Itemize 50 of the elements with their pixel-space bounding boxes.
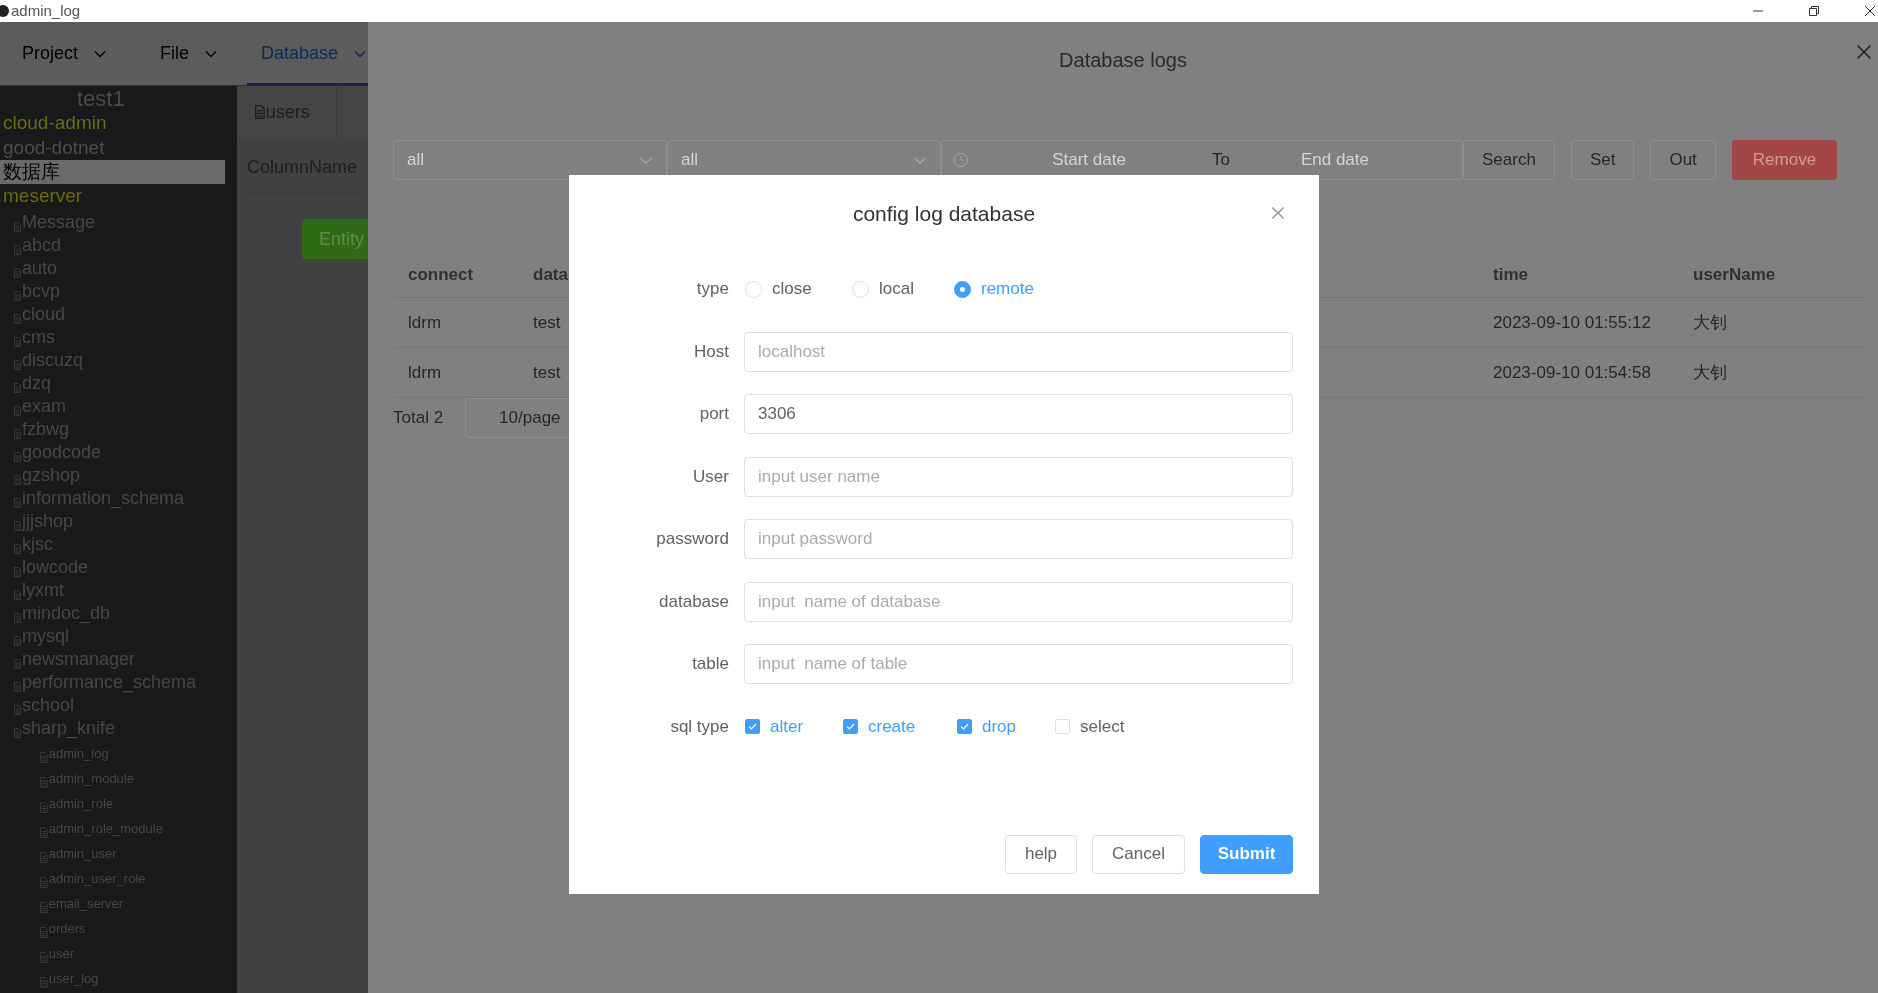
column-header: userName xyxy=(1693,264,1776,284)
drawer-title: Database logs xyxy=(1059,48,1187,73)
table-cell: test xyxy=(533,362,561,382)
column-header: data xyxy=(533,264,568,284)
total-count: Total 2 xyxy=(393,407,444,430)
range-separator: To xyxy=(1212,149,1230,172)
dialog-button[interactable]: Cancel xyxy=(1092,834,1185,874)
field-label: Host xyxy=(693,340,729,363)
table-cell: test xyxy=(533,312,561,332)
text-field[interactable]: localhost xyxy=(744,331,1293,372)
table-cell: 大钊 xyxy=(1693,362,1727,382)
table-cell: 大钊 xyxy=(1693,312,1727,332)
column-header: time xyxy=(1493,264,1528,284)
dialog-button[interactable]: help xyxy=(1005,834,1077,874)
text-field[interactable]: input user name xyxy=(744,456,1293,497)
menu-tab[interactable]: Project xyxy=(0,21,137,86)
table-cell: ldrm xyxy=(408,312,442,332)
text-field[interactable]: input name of table xyxy=(744,644,1293,684)
field-label: database xyxy=(658,590,729,613)
field-label: table xyxy=(691,653,729,676)
option-label: remote xyxy=(981,278,1034,301)
window-title: admin_log xyxy=(11,0,81,21)
entity-button[interactable]: Entity xyxy=(302,219,368,259)
table-cell: 2023-09-10 01:54:58 xyxy=(1493,362,1651,382)
option-label: close xyxy=(772,278,812,301)
table-cell: ldrm xyxy=(408,362,442,382)
option-label: alter xyxy=(770,715,804,738)
option-label: drop xyxy=(982,715,1017,738)
toolbar-button[interactable]: Set xyxy=(1570,140,1635,180)
tree-item[interactable]: meserver xyxy=(0,186,83,207)
field-label: port xyxy=(698,403,729,426)
tree-item[interactable]: cloud-admin xyxy=(0,113,107,134)
text-field[interactable]: input name of database xyxy=(744,581,1293,622)
text-field[interactable]: input password xyxy=(744,519,1293,559)
option-label: select xyxy=(1080,715,1125,738)
field-label: password xyxy=(655,528,729,551)
field-label: User xyxy=(692,465,729,488)
field-label: type xyxy=(695,278,729,301)
toolbar-button[interactable]: Search xyxy=(1463,140,1555,180)
text-field[interactable]: 3306 xyxy=(744,394,1293,434)
column-header: connect xyxy=(408,264,474,284)
toolbar-button[interactable]: Out xyxy=(1650,140,1716,180)
dialog-title: config log database xyxy=(852,201,1036,227)
menu-tab[interactable]: File xyxy=(136,21,242,86)
toolbar-button[interactable]: Remove xyxy=(1731,140,1838,180)
table-cell: 2023-09-10 01:55:12 xyxy=(1493,312,1651,332)
dialog-button[interactable]: Submit xyxy=(1200,834,1293,874)
option-label: local xyxy=(879,278,914,301)
option-label: create xyxy=(868,715,916,738)
field-label: sql type xyxy=(669,715,729,738)
